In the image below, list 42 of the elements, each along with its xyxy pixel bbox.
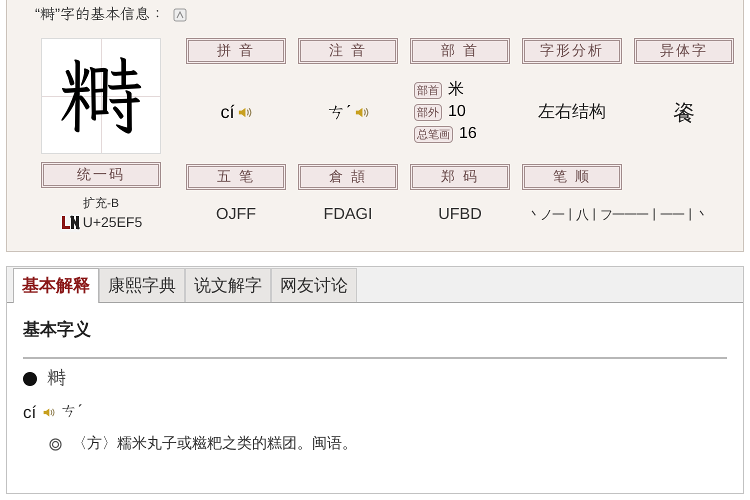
variant-character: 餈 [673,98,695,126]
part-value: 10 [448,102,466,122]
field-header: 郑 码 [410,164,510,190]
field-header: 注 音 [298,38,398,64]
part-tag: 部首 [414,82,442,98]
speaker-icon[interactable] [42,406,56,419]
part-tag: 部外 [414,104,442,120]
entry-character: 𥻵 [47,367,66,391]
tab[interactable]: 说文解字 [185,268,271,302]
unicode-logo-icon [60,214,80,232]
circle-bullet-icon [49,438,62,451]
input-code: FDAGI [324,205,372,225]
entry-zhuyin: ㄘˊ [61,402,83,422]
input-code: UFBD [438,205,482,225]
pin-icon[interactable] [173,8,187,22]
info-title: “𥻵”字的基本信息： [35,4,165,25]
field-header: 部 首 [410,38,510,64]
tab[interactable]: 康熙字典 [99,268,185,302]
section-heading: 基本字义 [23,320,91,339]
field-header: 拼 音 [186,38,286,64]
field-header: 统一码 [41,162,161,188]
pronunciation-text: ㄘˊ [328,100,352,124]
bullet-icon [23,372,37,386]
large-character: 𥻵 [59,54,143,138]
entry-pinyin: cí [23,402,36,424]
part-tag: 总笔画 [414,126,453,142]
unicode-range-label: 扩充-B [83,195,119,212]
input-code: OJFF [216,205,256,225]
unicode-code: U+25EF5 [82,213,142,232]
structure-text: 左右结构 [538,101,606,124]
definition-text: 〈方〉糯米丸子或糍粑之类的糕团。闽语。 [72,434,357,454]
stroke-order: 丶ノ一丨八丨フ一一一丨一一丨丶 [528,206,708,224]
part-value: 16 [459,124,477,144]
field-header: 异体字 [634,38,734,64]
tab[interactable]: 基本解释 [13,268,99,303]
field-header: 五 笔 [186,164,286,190]
part-value: 米 [448,80,464,100]
field-header: 字形分析 [522,38,622,64]
field-header: 笔 顺 [522,164,622,190]
pronunciation-text: cí [220,100,234,124]
tab[interactable]: 网友讨论 [271,268,357,302]
field-header: 倉 頡 [298,164,398,190]
